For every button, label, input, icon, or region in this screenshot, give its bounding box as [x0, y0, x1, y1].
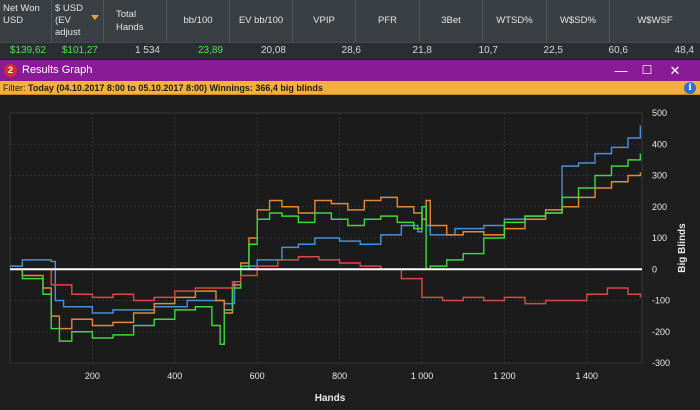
results-graph-titlebar[interactable]: 2 Results Graph — ☐ ✕	[0, 60, 700, 81]
y-tick-label: 100	[652, 233, 667, 243]
sort-desc-icon	[91, 15, 99, 20]
maximize-button[interactable]: ☐	[634, 60, 660, 81]
header-wsd[interactable]: W$SD%	[547, 0, 610, 42]
header-wsd-label: W$SD%	[560, 15, 596, 26]
header-wwsf[interactable]: W$WSF	[610, 0, 700, 42]
value-total-hands: 1 534	[134, 45, 160, 56]
filter-range: Today (04.10.2017 8:00 to 05.10.2017 8:0…	[28, 83, 207, 93]
header-3bet[interactable]: 3Bet	[420, 0, 483, 42]
header-ev-bb100-label: EV bb/100	[238, 15, 284, 26]
value-wsd: 60,6	[608, 45, 628, 56]
results-chart[interactable]: -300 -200 -100 0 100 200 300 400 500 200 400 600 80…	[0, 96, 700, 410]
y-tick-label: -100	[652, 296, 670, 306]
header-3bet-label: 3Bet	[441, 15, 461, 26]
y-axis-label: Big Blinds	[677, 223, 688, 273]
y-tick-label: 400	[652, 139, 667, 149]
header-pfr-label: PFR	[378, 15, 397, 26]
x-tick-label: 200	[85, 371, 100, 381]
y-axis-ticks: -300 -200 -100 0 100 200 300 400 500	[652, 108, 670, 368]
x-tick-label: 400	[167, 371, 182, 381]
header-ev-adjusted-label: $ USD (EV adjust	[55, 3, 83, 38]
header-wtsd-label: WTSD%	[496, 15, 533, 26]
value-ev-bb100: 20,08	[260, 45, 286, 56]
filter-bar: Filter: Today (04.10.2017 8:00 to 05.10.…	[0, 81, 700, 95]
x-tick-label: 800	[332, 371, 347, 381]
value-ev-adjusted: $101,27	[61, 45, 98, 56]
stats-header-row: Net Won USD $ USD (EV adjust Total Hands…	[0, 0, 700, 42]
x-tick-label: 1 200	[493, 371, 516, 381]
stats-table: Net Won USD $ USD (EV adjust Total Hands…	[0, 0, 700, 59]
x-tick-label: 1 400	[576, 371, 599, 381]
header-ev-adjusted[interactable]: $ USD (EV adjust	[52, 0, 104, 42]
graph-area: -300 -200 -100 0 100 200 300 400 500 200 400 600 80…	[0, 96, 700, 410]
x-tick-label: 1 000	[411, 371, 434, 381]
x-tick-label: 600	[250, 371, 265, 381]
filter-prefix: Filter:	[3, 83, 29, 93]
filter-winnings: Winnings: 366,4 big blinds	[206, 83, 323, 93]
header-wtsd[interactable]: WTSD%	[483, 0, 547, 42]
header-total-hands[interactable]: Total Hands	[104, 0, 167, 42]
close-button[interactable]: ✕	[662, 60, 688, 81]
value-pfr: 21,8	[412, 45, 432, 56]
minimize-button[interactable]: —	[608, 60, 634, 81]
header-wwsf-label: W$WSF	[637, 15, 673, 26]
header-net-won-label: Net Won USD	[3, 3, 40, 26]
x-axis-ticks: 200 400 600 800 1 000 1 200 1 400	[85, 371, 598, 381]
header-net-won[interactable]: Net Won USD	[0, 0, 52, 42]
header-pfr[interactable]: PFR	[356, 0, 420, 42]
header-ev-bb100[interactable]: EV bb/100	[230, 0, 293, 42]
value-vpip: 28,6	[341, 45, 361, 56]
y-tick-label: 500	[652, 108, 667, 118]
value-3bet: 10,7	[478, 45, 498, 56]
header-bb100[interactable]: bb/100	[167, 0, 230, 42]
value-wwsf: 48,4	[674, 45, 694, 56]
y-tick-label: 300	[652, 171, 667, 181]
filter-text: Filter: Today (04.10.2017 8:00 to 05.10.…	[3, 81, 323, 95]
y-tick-label: 200	[652, 202, 667, 212]
value-net-won: $139,62	[9, 45, 46, 56]
value-wtsd: 22,5	[543, 45, 563, 56]
app-badge-icon: 2	[4, 64, 17, 77]
y-tick-label: 0	[652, 264, 657, 274]
value-bb100: 23,89	[197, 45, 223, 56]
y-tick-label: -300	[652, 358, 670, 368]
header-vpip[interactable]: VPIP	[293, 0, 356, 42]
header-vpip-label: VPIP	[313, 15, 335, 26]
y-tick-label: -200	[652, 327, 670, 337]
header-bb100-label: bb/100	[183, 15, 213, 26]
x-axis-label: Hands	[315, 393, 346, 404]
window-title: Results Graph	[22, 64, 93, 76]
app-root: Net Won USD $ USD (EV adjust Total Hands…	[0, 0, 700, 410]
info-icon[interactable]: i	[684, 82, 696, 94]
stats-value-row[interactable]: $139,62 $101,27 1 534 23,89 20,08 28,6 2…	[0, 42, 700, 59]
header-total-hands-label: Total Hands	[116, 9, 144, 33]
